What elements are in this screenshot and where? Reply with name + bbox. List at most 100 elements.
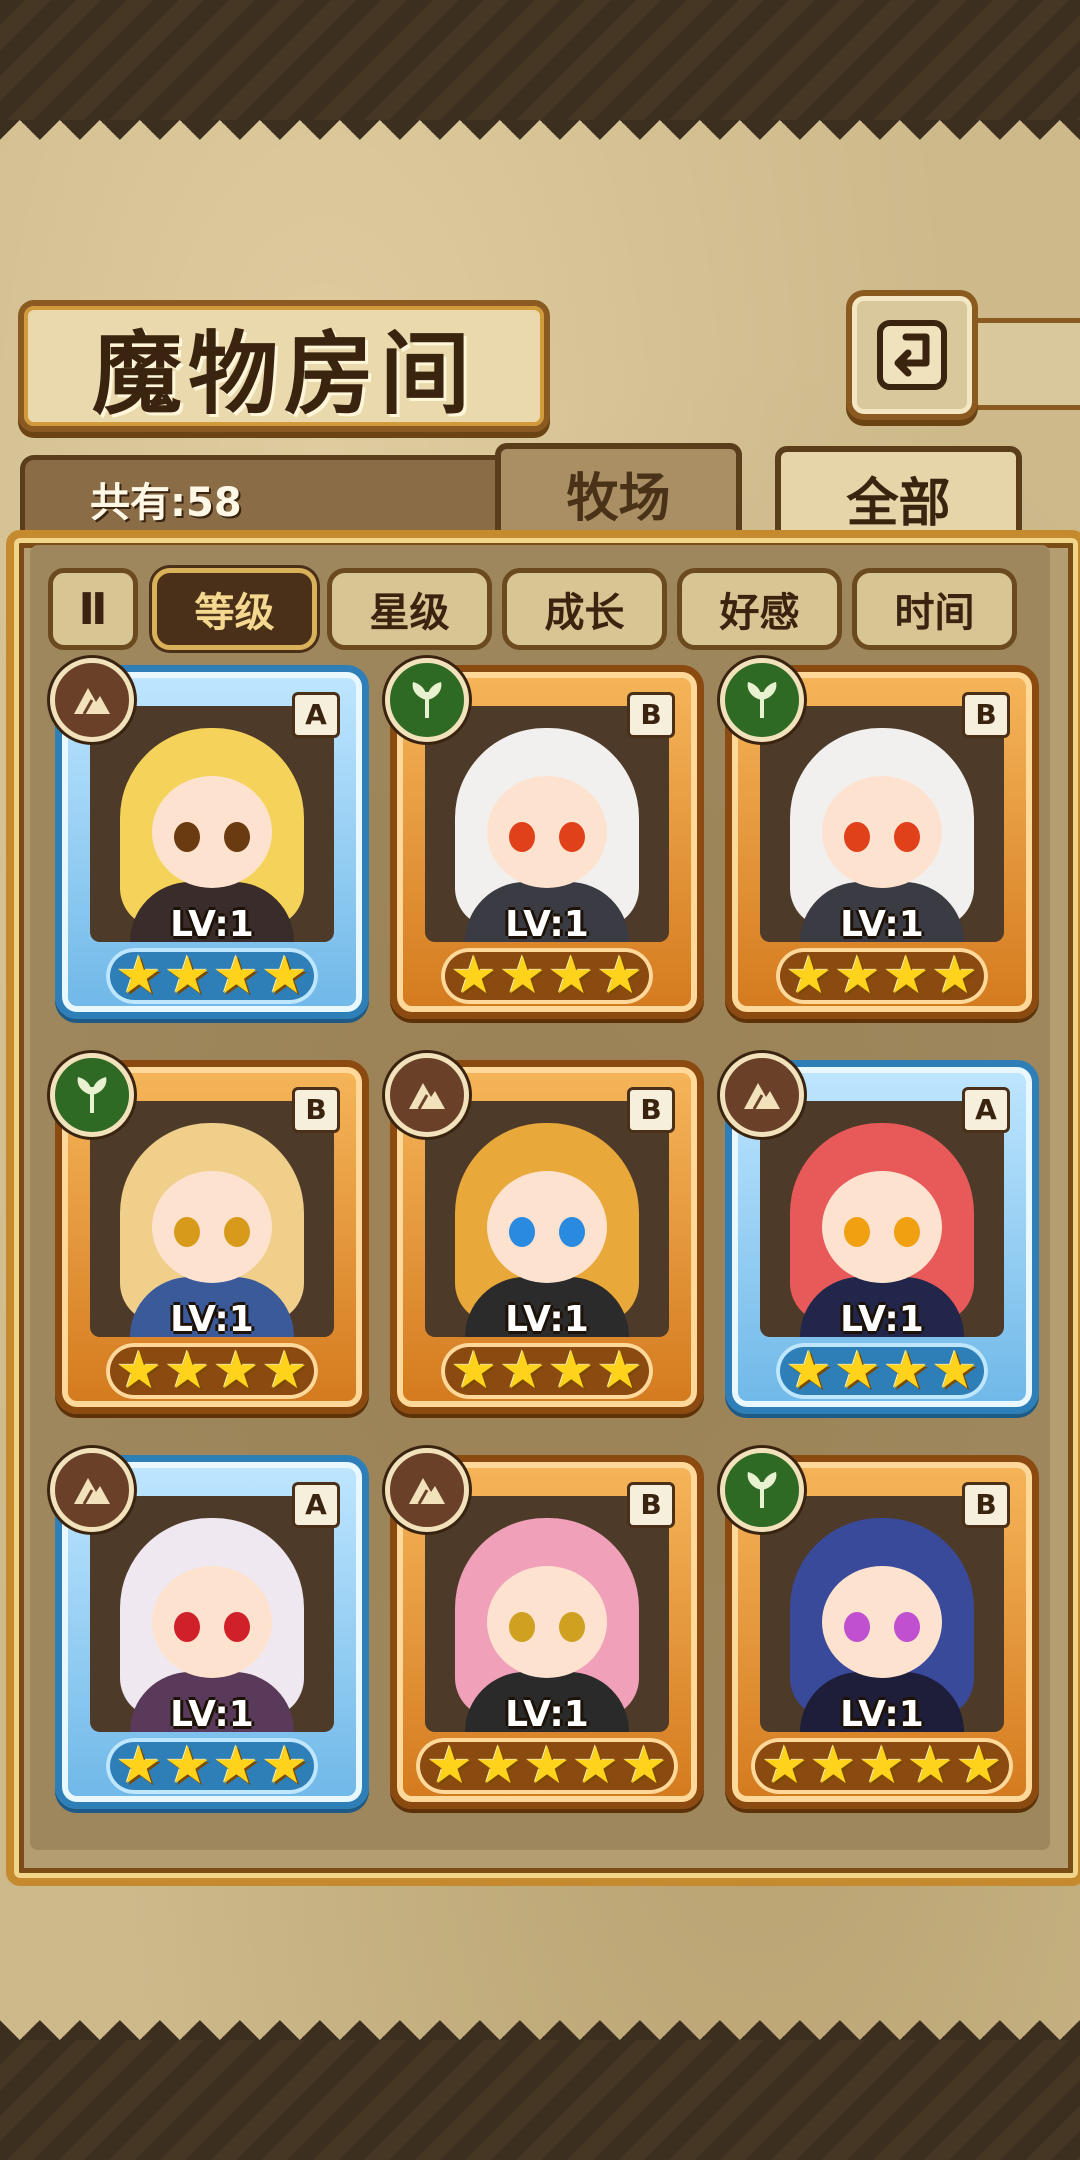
star-icon: ★ bbox=[523, 1736, 571, 1796]
monster-card[interactable]: B LV:1 ★ ★ ★ ★ bbox=[385, 1053, 704, 1414]
star-icon: ★ bbox=[213, 946, 260, 1006]
star-icon: ★ bbox=[261, 1341, 309, 1401]
star-icon: ★ bbox=[596, 946, 644, 1006]
star-rating: ★ ★ ★ ★ bbox=[62, 1343, 362, 1399]
monster-level: LV:1 bbox=[840, 904, 924, 945]
rank-badge: B bbox=[962, 692, 1010, 738]
bottom-background bbox=[0, 2040, 1080, 2160]
star-icon: ★ bbox=[883, 946, 930, 1006]
monster-card[interactable]: A LV:1 ★ ★ ★ ★ bbox=[50, 1448, 369, 1809]
star-rating: ★ ★ ★ ★ ★ bbox=[732, 1738, 1032, 1794]
star-rating: ★ ★ ★ ★ bbox=[732, 1343, 1032, 1399]
star-icon: ★ bbox=[620, 1736, 668, 1796]
monster-level: LV:1 bbox=[170, 904, 254, 945]
star-icon: ★ bbox=[499, 946, 546, 1006]
star-icon: ★ bbox=[213, 1736, 260, 1796]
earth-icon bbox=[50, 658, 134, 742]
star-rating: ★ ★ ★ ★ bbox=[397, 948, 697, 1004]
sort-order-toggle[interactable]: Ⅱ bbox=[48, 568, 138, 650]
earth-icon bbox=[385, 1448, 469, 1532]
star-icon: ★ bbox=[115, 946, 163, 1006]
monster-level: LV:1 bbox=[840, 1299, 924, 1340]
star-icon: ★ bbox=[907, 1736, 954, 1796]
sort-star-button[interactable]: 星级 bbox=[327, 568, 492, 650]
star-rating: ★ ★ ★ ★ bbox=[62, 1738, 362, 1794]
rank-badge: B bbox=[627, 692, 675, 738]
star-icon: ★ bbox=[834, 1341, 881, 1401]
monster-level: LV:1 bbox=[170, 1299, 254, 1340]
star-icon: ★ bbox=[548, 946, 595, 1006]
rank-badge: A bbox=[292, 1482, 340, 1528]
star-icon: ★ bbox=[426, 1736, 474, 1796]
rank-badge: A bbox=[292, 692, 340, 738]
star-rating: ★ ★ ★ ★ bbox=[397, 1343, 697, 1399]
star-icon: ★ bbox=[164, 1341, 211, 1401]
star-icon: ★ bbox=[164, 946, 211, 1006]
star-icon: ★ bbox=[450, 1341, 498, 1401]
top-background bbox=[0, 0, 1080, 120]
earth-icon bbox=[50, 1448, 134, 1532]
monster-level: LV:1 bbox=[505, 1299, 589, 1340]
monster-card[interactable]: B LV:1 ★ ★ ★ ★ bbox=[50, 1053, 369, 1414]
star-icon: ★ bbox=[548, 1341, 595, 1401]
leaf-icon bbox=[50, 1053, 134, 1137]
sort-level-button[interactable]: 等级 bbox=[152, 568, 317, 650]
leaf-icon bbox=[720, 1448, 804, 1532]
star-icon: ★ bbox=[115, 1341, 163, 1401]
star-rating: ★ ★ ★ ★ ★ bbox=[397, 1738, 697, 1794]
star-icon: ★ bbox=[785, 946, 833, 1006]
torn-edge-top bbox=[0, 120, 1080, 160]
star-icon: ★ bbox=[450, 946, 498, 1006]
page-title: 魔物房间 bbox=[92, 321, 476, 427]
star-icon: ★ bbox=[931, 946, 979, 1006]
leaf-icon bbox=[720, 658, 804, 742]
star-icon: ★ bbox=[931, 1341, 979, 1401]
monster-card[interactable]: B LV:1 ★ ★ ★ ★ bbox=[720, 658, 1039, 1019]
star-rating: ★ ★ ★ ★ bbox=[62, 948, 362, 1004]
star-icon: ★ bbox=[261, 1736, 309, 1796]
star-icon: ★ bbox=[475, 1736, 522, 1796]
monster-level: LV:1 bbox=[505, 904, 589, 945]
monster-level: LV:1 bbox=[505, 1694, 589, 1735]
monster-count: 共有:58 bbox=[90, 480, 242, 526]
monster-card[interactable]: A LV:1 ★ ★ ★ ★ bbox=[720, 1053, 1039, 1414]
star-icon: ★ bbox=[164, 1736, 211, 1796]
star-icon: ★ bbox=[955, 1736, 1003, 1796]
title-plate: 魔物房间 bbox=[18, 300, 550, 432]
return-icon bbox=[877, 320, 947, 390]
rank-badge: A bbox=[962, 1087, 1010, 1133]
star-icon: ★ bbox=[810, 1736, 857, 1796]
star-icon: ★ bbox=[858, 1736, 906, 1796]
tab-pasture[interactable]: 牧场 bbox=[495, 443, 742, 537]
monster-card[interactable]: B LV:1 ★ ★ ★ ★ ★ bbox=[720, 1448, 1039, 1809]
leaf-icon bbox=[385, 658, 469, 742]
monster-card[interactable]: A LV:1 ★ ★ ★ ★ bbox=[50, 658, 369, 1019]
earth-icon bbox=[385, 1053, 469, 1137]
star-rating: ★ ★ ★ ★ bbox=[732, 948, 1032, 1004]
monster-card[interactable]: B LV:1 ★ ★ ★ ★ ★ bbox=[385, 1448, 704, 1809]
star-icon: ★ bbox=[213, 1341, 260, 1401]
monster-card[interactable]: B LV:1 ★ ★ ★ ★ bbox=[385, 658, 704, 1019]
sort-affection-button[interactable]: 好感 bbox=[677, 568, 842, 650]
earth-icon bbox=[720, 1053, 804, 1137]
star-icon: ★ bbox=[761, 1736, 809, 1796]
monster-level: LV:1 bbox=[170, 1694, 254, 1735]
rank-badge: B bbox=[627, 1482, 675, 1528]
star-icon: ★ bbox=[834, 946, 881, 1006]
monster-level: LV:1 bbox=[840, 1694, 924, 1735]
sort-growth-button[interactable]: 成长 bbox=[502, 568, 667, 650]
star-icon: ★ bbox=[785, 1341, 833, 1401]
rank-badge: B bbox=[627, 1087, 675, 1133]
sort-time-button[interactable]: 时间 bbox=[852, 568, 1017, 650]
back-button[interactable] bbox=[846, 290, 978, 420]
rank-badge: B bbox=[292, 1087, 340, 1133]
back-button-rail bbox=[966, 318, 1080, 410]
star-icon: ★ bbox=[499, 1341, 546, 1401]
torn-edge-bottom bbox=[0, 2000, 1080, 2040]
star-icon: ★ bbox=[261, 946, 309, 1006]
star-icon: ★ bbox=[115, 1736, 163, 1796]
rank-badge: B bbox=[962, 1482, 1010, 1528]
star-icon: ★ bbox=[596, 1341, 644, 1401]
star-icon: ★ bbox=[883, 1341, 930, 1401]
star-icon: ★ bbox=[572, 1736, 619, 1796]
